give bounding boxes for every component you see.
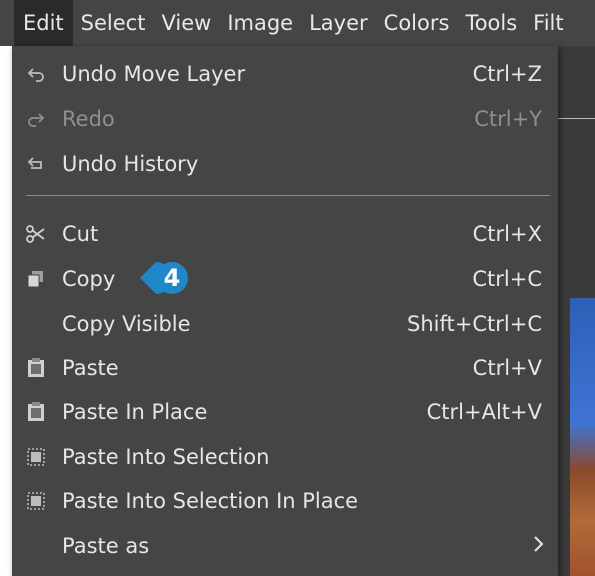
menu-item-copy[interactable]: Copy Ctrl+C	[12, 257, 558, 301]
shortcut-label: Ctrl+X	[472, 222, 542, 246]
menu-item-label: Copy	[62, 267, 116, 291]
shortcut-label: Ctrl+V	[472, 356, 542, 380]
menu-item-paste[interactable]: Paste Ctrl+V	[12, 346, 558, 390]
ruler	[558, 118, 595, 141]
menu-item-paste-as[interactable]: Paste as	[12, 524, 558, 568]
menu-item-label: Cut	[62, 222, 99, 246]
menu-item-label: Paste	[62, 356, 119, 380]
menu-item-cut[interactable]: Cut Ctrl+X	[12, 212, 558, 256]
menu-item-label: Undo History	[62, 152, 199, 176]
shortcut-label: Ctrl+Y	[474, 107, 542, 131]
step-callout-badge: 4	[140, 258, 188, 298]
paste-into-selection-in-place-icon	[24, 489, 48, 513]
menu-select[interactable]: Select	[73, 0, 154, 46]
copy-icon	[24, 267, 48, 291]
chevron-right-icon	[532, 534, 544, 558]
paste-into-selection-icon	[24, 445, 48, 469]
menu-item-undo-move-layer[interactable]: Undo Move Layer Ctrl+Z	[12, 52, 558, 96]
menu-separator	[26, 195, 550, 196]
menu-item-label: Paste Into Selection In Place	[62, 489, 359, 513]
menu-colors[interactable]: Colors	[376, 0, 458, 46]
menu-item-label: Undo Move Layer	[62, 62, 246, 86]
menu-item-copy-visible[interactable]: Copy Visible Shift+Ctrl+C	[12, 302, 558, 346]
paste-icon	[24, 356, 48, 380]
undo-history-icon	[24, 152, 48, 176]
menu-item-redo[interactable]: Redo Ctrl+Y	[12, 97, 558, 141]
menu-filters[interactable]: Filt	[525, 0, 571, 46]
menu-item-label: Redo	[62, 107, 115, 131]
shortcut-label: Ctrl+C	[472, 267, 542, 291]
callout-number: 4	[163, 264, 181, 292]
menu-edit[interactable]: Edit	[14, 0, 73, 46]
menu-view[interactable]: View	[153, 0, 219, 46]
redo-icon	[24, 107, 48, 131]
menu-item-label: Copy Visible	[62, 312, 191, 336]
menu-item-undo-history[interactable]: Undo History	[12, 142, 558, 186]
menu-item-paste-in-place[interactable]: Paste In Place Ctrl+Alt+V	[12, 390, 558, 434]
edit-menu-dropdown: Undo Move Layer Ctrl+Z Redo Ctrl+Y Undo …	[12, 46, 558, 576]
menu-image[interactable]: Image	[219, 0, 301, 46]
shortcut-label: Ctrl+Alt+V	[426, 400, 542, 424]
shortcut-label: Shift+Ctrl+C	[407, 312, 542, 336]
menu-tools[interactable]: Tools	[457, 0, 525, 46]
menu-item-label: Paste as	[62, 534, 150, 558]
menu-item-label: Paste Into Selection	[62, 445, 270, 469]
menu-item-paste-into-selection-in-place[interactable]: Paste Into Selection In Place	[12, 479, 558, 523]
menubar: Edit Select View Image Layer Colors Tool…	[0, 0, 595, 46]
canvas-image	[570, 298, 595, 576]
menu-layer[interactable]: Layer	[301, 0, 376, 46]
scissors-icon	[24, 222, 48, 246]
menu-item-label: Paste In Place	[62, 400, 208, 424]
paste-in-place-icon	[24, 400, 48, 424]
shortcut-label: Ctrl+Z	[472, 62, 542, 86]
menu-item-paste-into-selection[interactable]: Paste Into Selection	[12, 435, 558, 479]
undo-icon	[24, 62, 48, 86]
